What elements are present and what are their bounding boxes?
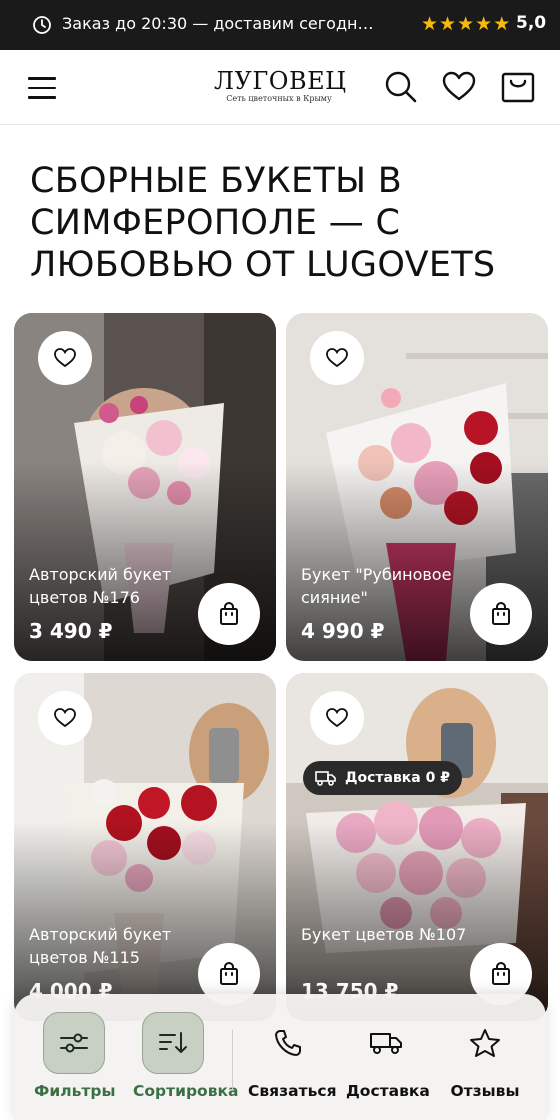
promo-text[interactable]: Заказ до 20:30 — доставим сегодня по Си.…	[62, 14, 382, 33]
contact-icon-box	[257, 1012, 319, 1074]
product-card[interactable]: Доставка 0 ₽ Букет цветов №107 13 750 ₽	[286, 673, 548, 1021]
rating-stars: ★ ★ ★ ★ ★	[421, 14, 510, 34]
star-icon: ★	[421, 13, 439, 35]
contact-button[interactable]: Связаться	[248, 1012, 337, 1100]
add-to-cart-button[interactable]	[198, 583, 260, 645]
sort-icon	[159, 1032, 187, 1053]
star-icon: ★	[493, 13, 511, 35]
product-card[interactable]: Букет "Рубиновое сияние" 4 990 ₽	[286, 313, 548, 661]
cart-icon[interactable]	[501, 70, 535, 104]
product-price: 3 490 ₽	[29, 619, 113, 643]
favorite-button[interactable]	[38, 331, 92, 385]
sort-icon-box	[142, 1012, 204, 1074]
product-price: 4 990 ₽	[301, 619, 385, 643]
reviews-button[interactable]: Отзывы	[445, 1012, 525, 1100]
reviews-icon-box	[454, 1012, 516, 1074]
delivery-icon-box	[355, 1012, 417, 1074]
filters-button[interactable]: Фильтры	[34, 1012, 116, 1100]
product-card[interactable]: Авторский букет цветов №176 3 490 ₽	[14, 313, 276, 661]
rating-value: 5,0	[516, 13, 547, 33]
sort-button[interactable]: Сортировка	[133, 1012, 239, 1100]
contact-label: Связаться	[248, 1082, 337, 1100]
product-card[interactable]: Авторский букет цветов №115 4 000 ₽	[14, 673, 276, 1021]
divider	[232, 1030, 233, 1090]
product-title[interactable]: Букет цветов №107	[301, 923, 471, 946]
delivery-truck-icon	[370, 1033, 402, 1054]
logo[interactable]: ЛУГОВЕЦ Сеть цветочных в Крыму	[214, 67, 347, 104]
phone-icon	[275, 1030, 301, 1056]
logo-tagline: Сеть цветочных в Крыму	[226, 94, 332, 103]
sliders-icon	[60, 1033, 88, 1053]
clock-icon	[33, 16, 51, 34]
favorite-button[interactable]	[310, 331, 364, 385]
star-icon: ★	[457, 13, 475, 35]
star-outline-icon	[470, 1029, 500, 1057]
heart-icon	[326, 348, 348, 368]
logo-name: ЛУГОВЕЦ	[214, 67, 347, 95]
star-icon: ★	[475, 13, 493, 35]
menu-icon[interactable]	[28, 77, 56, 99]
promo-bar: Заказ до 20:30 — доставим сегодня по Си.…	[0, 0, 560, 50]
sort-label: Сортировка	[133, 1082, 239, 1100]
add-to-cart-button[interactable]	[470, 583, 532, 645]
shopping-bag-icon	[492, 962, 510, 985]
delivery-truck-icon	[315, 771, 336, 786]
free-delivery-badge: Доставка 0 ₽	[303, 761, 462, 795]
product-title[interactable]: Букет "Рубиновое сияние"	[301, 563, 471, 609]
favorite-button[interactable]	[38, 691, 92, 745]
product-title[interactable]: Авторский букет цветов №115	[29, 923, 199, 969]
shopping-bag-icon	[220, 962, 238, 985]
heart-icon	[54, 348, 76, 368]
shopping-bag-icon	[220, 602, 238, 625]
delivery-button[interactable]: Доставка	[346, 1012, 430, 1100]
reviews-label: Отзывы	[450, 1082, 520, 1100]
heart-icon	[326, 708, 348, 728]
delivery-label: Доставка	[346, 1082, 430, 1100]
favorite-button[interactable]	[310, 691, 364, 745]
bottom-nav: Фильтры Сортировка Связаться Доставка От…	[14, 994, 546, 1120]
badge-label: Доставка 0 ₽	[345, 770, 450, 786]
filters-label: Фильтры	[34, 1082, 116, 1100]
page-title: Сборные букеты в Симферополе — с любовью…	[30, 161, 496, 285]
shopping-bag-icon	[492, 602, 510, 625]
heart-icon[interactable]	[442, 70, 476, 104]
star-icon: ★	[439, 13, 457, 35]
search-icon[interactable]	[384, 70, 418, 104]
heart-icon	[54, 708, 76, 728]
filters-icon-box	[43, 1012, 105, 1074]
site-header: ЛУГОВЕЦ Сеть цветочных в Крыму	[0, 50, 560, 125]
product-title[interactable]: Авторский букет цветов №176	[29, 563, 199, 609]
